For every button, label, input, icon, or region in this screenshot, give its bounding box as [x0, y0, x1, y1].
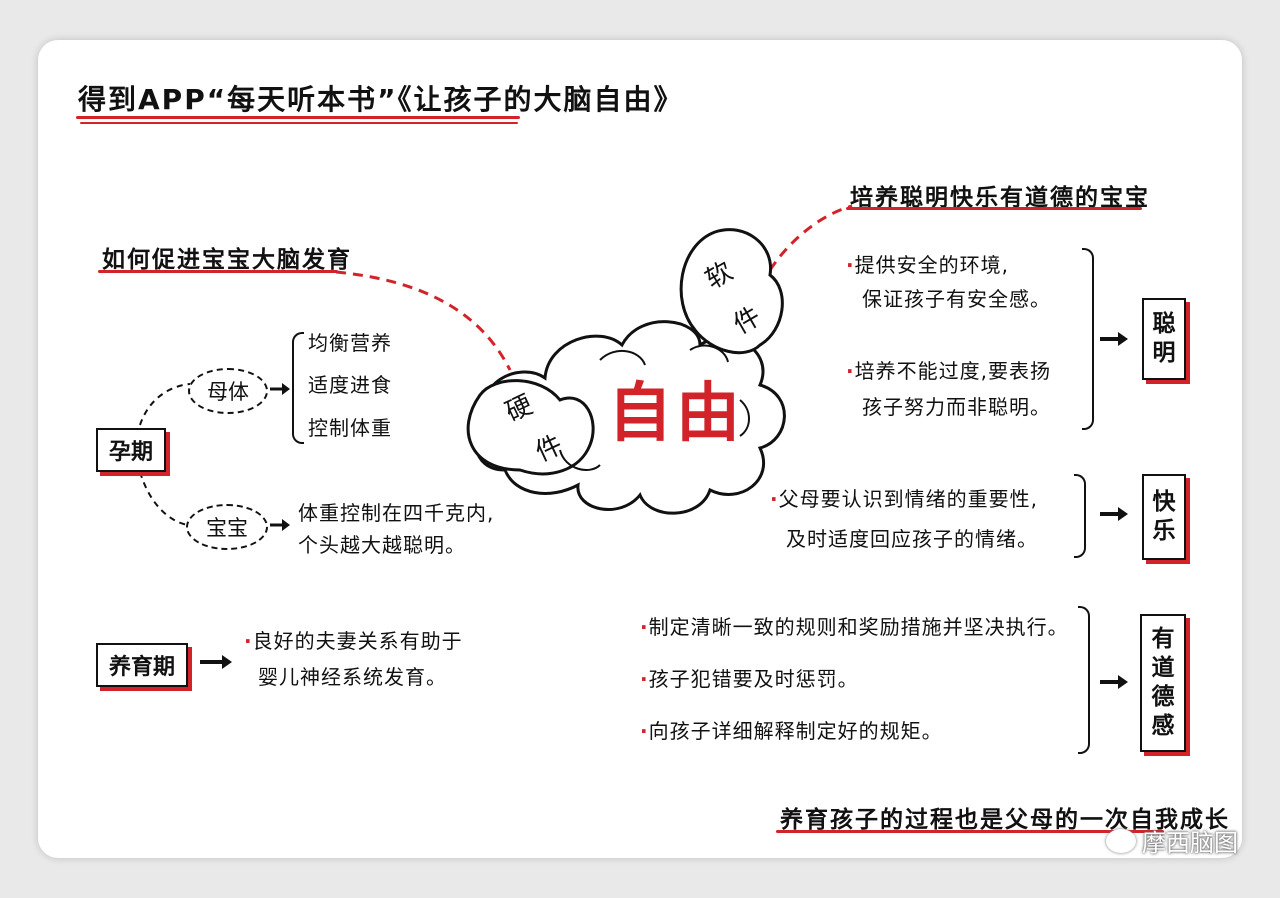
mother-item: 适度进食: [308, 373, 392, 397]
mother-item: 均衡营养: [308, 331, 392, 355]
smart-box: 聪 明: [1142, 298, 1186, 380]
happy-item-line: 父母要认识到情绪的重要性,: [778, 487, 1038, 511]
smart-label-char: 明: [1152, 340, 1176, 366]
wechat-icon: [1106, 828, 1136, 853]
bullet-dot: ·: [846, 253, 855, 277]
title-underline: [76, 116, 520, 119]
bullet-dot: ·: [846, 359, 855, 383]
moral-label-char: 有: [1151, 626, 1175, 652]
left-heading: 如何促进宝宝大脑发育: [102, 247, 352, 273]
connector-right-heading: [768, 204, 853, 271]
bullet-dot: ·: [640, 667, 649, 691]
smart-label-char: 聪: [1152, 311, 1176, 337]
connector-pregnancy-mother: [139, 383, 191, 426]
smart-item-line: 孩子努力而非聪明。: [862, 395, 1051, 419]
mother-item: 控制体重: [308, 416, 392, 440]
smart-item-line: 培养不能过度,要表扬: [854, 359, 1051, 383]
moral-bracket: [1078, 606, 1090, 754]
watermark: 摩西脑图: [1106, 823, 1238, 858]
watermark-text: 摩西脑图: [1142, 829, 1238, 857]
moral-item: 制定清晰一致的规则和奖励措施并坚决执行。: [648, 615, 1069, 639]
left-heading-underline: [98, 270, 338, 273]
bullet-dot: ·: [640, 615, 649, 639]
moral-item: 孩子犯错要及时惩罚。: [648, 667, 859, 691]
bullet-dot: ·: [640, 719, 649, 743]
moral-label-char: 德: [1151, 684, 1175, 710]
smart-bracket: [1082, 248, 1094, 430]
mother-oval: 母体: [188, 368, 268, 414]
moral-label-char: 道: [1151, 655, 1175, 681]
moral-label-char: 感: [1151, 713, 1175, 739]
smart-item-line: 提供安全的环境,: [854, 253, 1009, 277]
nurturing-box: 养育期: [96, 643, 188, 687]
title-underline-2: [80, 122, 518, 124]
moral-item: 向孩子详细解释制定好的规矩。: [648, 719, 943, 743]
mother-bracket: [292, 332, 304, 444]
bullet-dot: ·: [770, 487, 779, 511]
connector-pregnancy-baby: [139, 471, 189, 526]
moral-box: 有 道 德 感: [1140, 614, 1186, 752]
page-title: 得到APP“每天听本书”《让孩子的大脑自由》: [78, 83, 684, 116]
happy-label-char: 快: [1152, 489, 1176, 515]
nurturing-text-line: 良好的夫妻关系有助于: [252, 629, 463, 653]
happy-box: 快 乐: [1142, 474, 1186, 560]
happy-item-line: 及时适度回应孩子的情绪。: [786, 527, 1038, 551]
right-heading-underline: [846, 207, 1142, 210]
center-main-label: 自由: [608, 377, 744, 451]
baby-oval: 宝宝: [186, 504, 268, 550]
pregnancy-box: 孕期: [96, 428, 166, 472]
smart-item-line: 保证孩子有安全感。: [862, 287, 1051, 311]
baby-text-line: 体重控制在四千克内,: [298, 501, 495, 525]
baby-text-line: 个头越大越聪明。: [298, 533, 466, 557]
nurturing-text-line: 婴儿神经系统发育。: [258, 665, 447, 689]
happy-label-char: 乐: [1152, 518, 1176, 544]
happy-bracket: [1074, 474, 1086, 558]
bullet-dot: ·: [244, 629, 253, 653]
